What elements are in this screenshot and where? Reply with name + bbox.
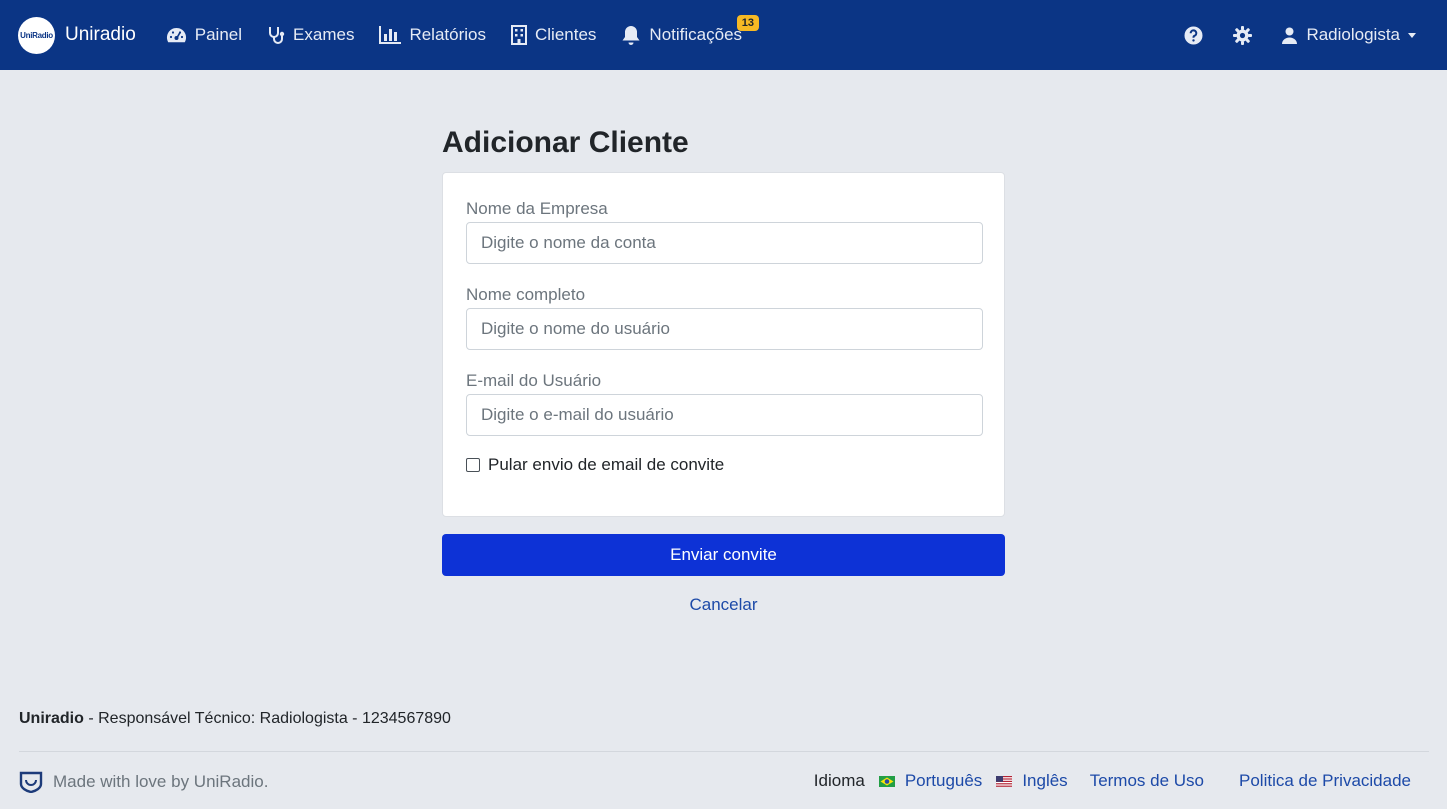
nav-right: Radiologista <box>1154 25 1416 45</box>
user-icon <box>1282 27 1298 44</box>
fullname-group: Nome completo <box>466 283 983 350</box>
cancel-link[interactable]: Cancelar <box>442 595 1005 615</box>
footer-brand: Uniradio <box>19 710 84 727</box>
language-portuguese[interactable]: Português <box>878 771 983 791</box>
nav-label-relatorios: Relatórios <box>409 25 486 44</box>
footer-responsible: Uniradio - Responsável Técnico: Radiolog… <box>19 710 451 728</box>
dashboard-icon <box>166 27 186 42</box>
building-icon <box>511 25 527 45</box>
brand-name: Uniradio <box>65 24 136 45</box>
nav-item-painel[interactable]: Painel <box>166 25 242 45</box>
fullname-label: Nome completo <box>466 285 586 304</box>
nav-label-notificacoes: Notificações <box>649 25 743 44</box>
shield-logo-icon <box>19 771 43 793</box>
gear-icon[interactable] <box>1233 25 1253 45</box>
language-label: Idioma <box>813 771 865 790</box>
footer-links: Idioma Português Inglês Termos de Uso Po… <box>814 771 1411 791</box>
language-portuguese-label: Português <box>904 771 983 790</box>
brand[interactable]: UniRadio Uniradio <box>18 16 136 54</box>
help-icon[interactable] <box>1184 26 1203 45</box>
footer-credit: Made with love by UniRadio. <box>19 771 268 793</box>
nav-links: Painel Exames Relatórios Clientes Notifi… <box>166 14 767 46</box>
nav-item-notificacoes[interactable]: Notificações 13 <box>621 14 760 46</box>
email-input[interactable] <box>466 394 983 436</box>
stethoscope-icon <box>269 26 285 44</box>
nav-item-relatorios[interactable]: Relatórios <box>379 25 486 45</box>
company-name-input[interactable] <box>466 222 983 264</box>
email-label: E-mail do Usuário <box>466 371 602 390</box>
top-navbar: UniRadio Uniradio Painel Exames Relatóri… <box>0 0 1447 70</box>
email-group: E-mail do Usuário <box>466 369 983 436</box>
privacy-link[interactable]: Politica de Privacidade <box>1239 771 1411 791</box>
nav-label-clientes: Clientes <box>535 25 597 44</box>
company-group: Nome da Empresa <box>466 197 983 264</box>
notification-badge: 13 <box>736 14 760 31</box>
usa-flag-icon <box>996 775 1013 787</box>
add-client-section: Adicionar Cliente Nome da Empresa Nome c… <box>442 126 1005 615</box>
nav-item-clientes[interactable]: Clientes <box>511 25 596 45</box>
user-name: Radiologista <box>1306 25 1400 44</box>
terms-link[interactable]: Termos de Uso <box>1090 771 1204 791</box>
company-label: Nome da Empresa <box>466 199 608 218</box>
page-title: Adicionar Cliente <box>442 126 689 159</box>
made-with-text: Made with love by UniRadio. <box>53 772 269 791</box>
bell-icon <box>622 25 640 45</box>
nav-label-exames: Exames <box>293 25 355 44</box>
language-english-label: Inglês <box>1022 771 1068 790</box>
footer-responsible-text: - Responsável Técnico: Radiologista - 12… <box>83 710 451 727</box>
skip-invite-checkbox[interactable] <box>466 458 480 472</box>
send-invite-button[interactable]: Enviar convite <box>442 534 1005 576</box>
footer-divider <box>19 751 1429 752</box>
brazil-flag-icon <box>878 775 895 787</box>
fullname-input[interactable] <box>466 308 983 350</box>
language-english[interactable]: Inglês <box>996 771 1068 791</box>
nav-item-exames[interactable]: Exames <box>267 25 354 45</box>
brand-logo: UniRadio <box>18 16 55 54</box>
skip-invite-row: Pular envio de email de convite <box>466 455 982 475</box>
user-menu[interactable]: Radiologista <box>1282 25 1416 45</box>
skip-invite-label[interactable]: Pular envio de email de convite <box>488 455 724 475</box>
chevron-down-icon <box>1408 32 1416 38</box>
bar-chart-icon <box>379 26 402 44</box>
nav-label-painel: Painel <box>194 25 243 44</box>
add-client-form-card: Nome da Empresa Nome completo E-mail do … <box>442 172 1005 517</box>
